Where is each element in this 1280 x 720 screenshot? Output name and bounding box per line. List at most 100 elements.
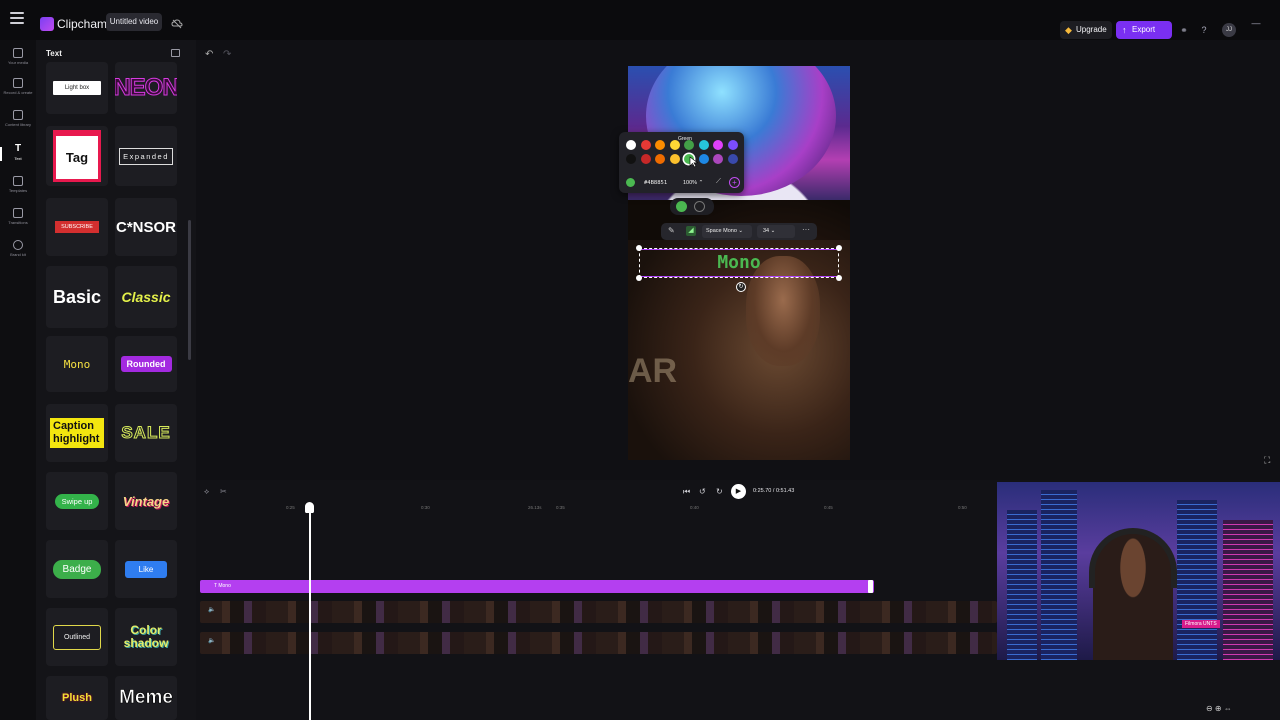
rail-label: Brand kit	[10, 252, 26, 257]
text-style-swipe-up[interactable]: Swipe up	[46, 472, 108, 530]
text-style-like[interactable]: Like	[115, 540, 177, 598]
audio-speaker-icon[interactable]: 🔈	[208, 637, 215, 644]
redo-icon[interactable]: ↷	[223, 49, 231, 60]
text-style-light-box[interactable]: Light box	[46, 62, 108, 114]
add-color-icon[interactable]: +	[729, 177, 740, 188]
video-clip-track[interactable]	[200, 632, 997, 654]
more-options-icon[interactable]: ···	[802, 225, 810, 234]
text-style-expanded[interactable]: Expanded	[115, 126, 177, 186]
opacity-input[interactable]: 100% ⌃	[683, 180, 703, 186]
cloud-sync-icon[interactable]	[171, 18, 183, 30]
eyedropper-icon[interactable]: ⟋	[716, 178, 721, 186]
resize-handle[interactable]	[836, 275, 842, 281]
headset	[1089, 528, 1177, 588]
rail-brand-kit[interactable]: Brand kit	[0, 240, 36, 257]
color-swatch[interactable]	[727, 154, 738, 164]
undo-icon[interactable]: ↶	[205, 49, 213, 60]
color-swatch[interactable]	[626, 140, 636, 150]
audio-speaker-icon[interactable]: 🔈	[208, 606, 215, 613]
timeline-ruler[interactable]	[197, 502, 997, 514]
current-color-swatch	[626, 178, 635, 187]
rail-transitions[interactable]: Transitions	[0, 208, 36, 225]
color-swatch[interactable]	[698, 154, 709, 164]
hamburger-menu-icon[interactable]	[10, 12, 24, 24]
color-swatch[interactable]	[698, 140, 709, 150]
ruler-tick: 0:25	[286, 505, 295, 510]
forward-icon[interactable]: ↻	[716, 487, 723, 496]
color-swatch[interactable]	[669, 154, 680, 164]
no-color-swatch[interactable]	[694, 201, 705, 212]
help-icon[interactable]: ?	[1198, 24, 1210, 36]
text-style-vintage[interactable]: Vintage	[115, 472, 177, 530]
color-swatch[interactable]	[713, 140, 723, 150]
avatar[interactable]: JJ	[1222, 23, 1236, 37]
collapse-panel-icon[interactable]	[171, 49, 180, 57]
font-select[interactable]: Space Mono ⌄	[702, 225, 752, 238]
mouse-cursor-icon	[689, 156, 699, 168]
resize-handle[interactable]	[836, 245, 842, 251]
color-swatch[interactable]	[655, 154, 665, 164]
text-style-mono[interactable]: Mono	[46, 336, 108, 392]
rail-text[interactable]: T Text	[0, 144, 36, 162]
tile-label: SALE	[121, 423, 171, 443]
resize-handle[interactable]	[636, 245, 642, 251]
video-clip-track[interactable]	[200, 601, 997, 623]
font-size-select[interactable]: 34 ⌄	[757, 225, 795, 238]
play-button[interactable]: ▶	[731, 484, 746, 499]
resize-handle[interactable]	[636, 275, 642, 281]
overlay-text[interactable]: Mono	[639, 252, 839, 273]
hex-input[interactable]: #4B8851	[644, 180, 667, 186]
color-swatch[interactable]	[640, 140, 651, 150]
fullscreen-icon[interactable]: ⛶	[1264, 455, 1270, 466]
playhead[interactable]	[309, 506, 311, 720]
rail-content-library[interactable]: Content library	[0, 110, 36, 127]
folder-icon	[13, 48, 23, 58]
text-style-neon[interactable]: NEON	[115, 62, 177, 114]
minimize-icon[interactable]: —	[1250, 17, 1262, 29]
export-button[interactable]: ↑ Export	[1116, 21, 1172, 39]
color-swatch[interactable]	[713, 154, 723, 164]
rotate-handle-icon[interactable]: ↻	[736, 282, 746, 292]
color-swatch[interactable]	[640, 154, 651, 164]
text-style-plush[interactable]: Plush	[46, 676, 108, 720]
text-style-color-shadow[interactable]: Color shadow	[115, 608, 177, 666]
text-style-subscribe[interactable]: SUBSCRIBE	[46, 198, 108, 256]
panel-scrollbar[interactable]	[188, 220, 191, 360]
split-icon[interactable]: ✂	[220, 487, 227, 496]
color-swatch[interactable]	[727, 140, 738, 150]
edit-pencil-icon[interactable]: ✎	[668, 226, 675, 235]
text-style-sale[interactable]: SALE	[115, 404, 177, 462]
text-style-rounded[interactable]: Rounded	[115, 336, 177, 392]
library-icon	[13, 110, 23, 120]
text-style-classic[interactable]: Classic	[115, 266, 177, 328]
tile-label: Color shadow	[123, 623, 169, 650]
skip-back-icon[interactable]: ⏮	[683, 487, 690, 497]
green-swatch[interactable]	[676, 201, 687, 212]
rail-label: Content library	[4, 122, 31, 127]
share-link-icon[interactable]: ⚭	[1178, 24, 1190, 36]
text-style-tag[interactable]: Tag	[46, 126, 108, 186]
font-size-value: 34	[763, 228, 770, 234]
text-style-meme[interactable]: Meme	[115, 676, 177, 720]
upgrade-button[interactable]: ◆ Upgrade	[1060, 21, 1112, 39]
tile-label: Badge	[52, 559, 102, 579]
rewind-icon[interactable]: ↺	[699, 487, 706, 496]
text-style-censor[interactable]: C*NSOR	[115, 198, 177, 256]
rail-templates[interactable]: Templates	[0, 176, 36, 193]
text-panel: Text Light box NEON Tag Expanded SUBSCRI…	[36, 40, 196, 720]
rail-record-create[interactable]: Record & create	[0, 78, 36, 95]
color-swatch[interactable]	[626, 154, 636, 164]
playhead-handle[interactable]	[305, 502, 314, 513]
fill-color-icon[interactable]: ◢	[686, 226, 696, 236]
text-style-badge[interactable]: Badge	[46, 540, 108, 598]
project-title[interactable]: Untitled video	[106, 13, 162, 31]
clip-trim-handle[interactable]	[868, 580, 873, 593]
zoom-controls[interactable]: ⊖ ⊕ ⇔	[1206, 704, 1232, 713]
text-clip[interactable]	[200, 580, 874, 593]
color-swatch[interactable]	[655, 140, 665, 150]
text-style-caption-highlight[interactable]: Caption highlight	[46, 404, 108, 462]
text-style-basic[interactable]: Basic	[46, 266, 108, 328]
rail-your-media[interactable]: Your media	[0, 48, 36, 65]
text-style-outlined[interactable]: Outlined	[46, 608, 108, 666]
magic-wand-icon[interactable]: ⟡	[204, 487, 209, 497]
